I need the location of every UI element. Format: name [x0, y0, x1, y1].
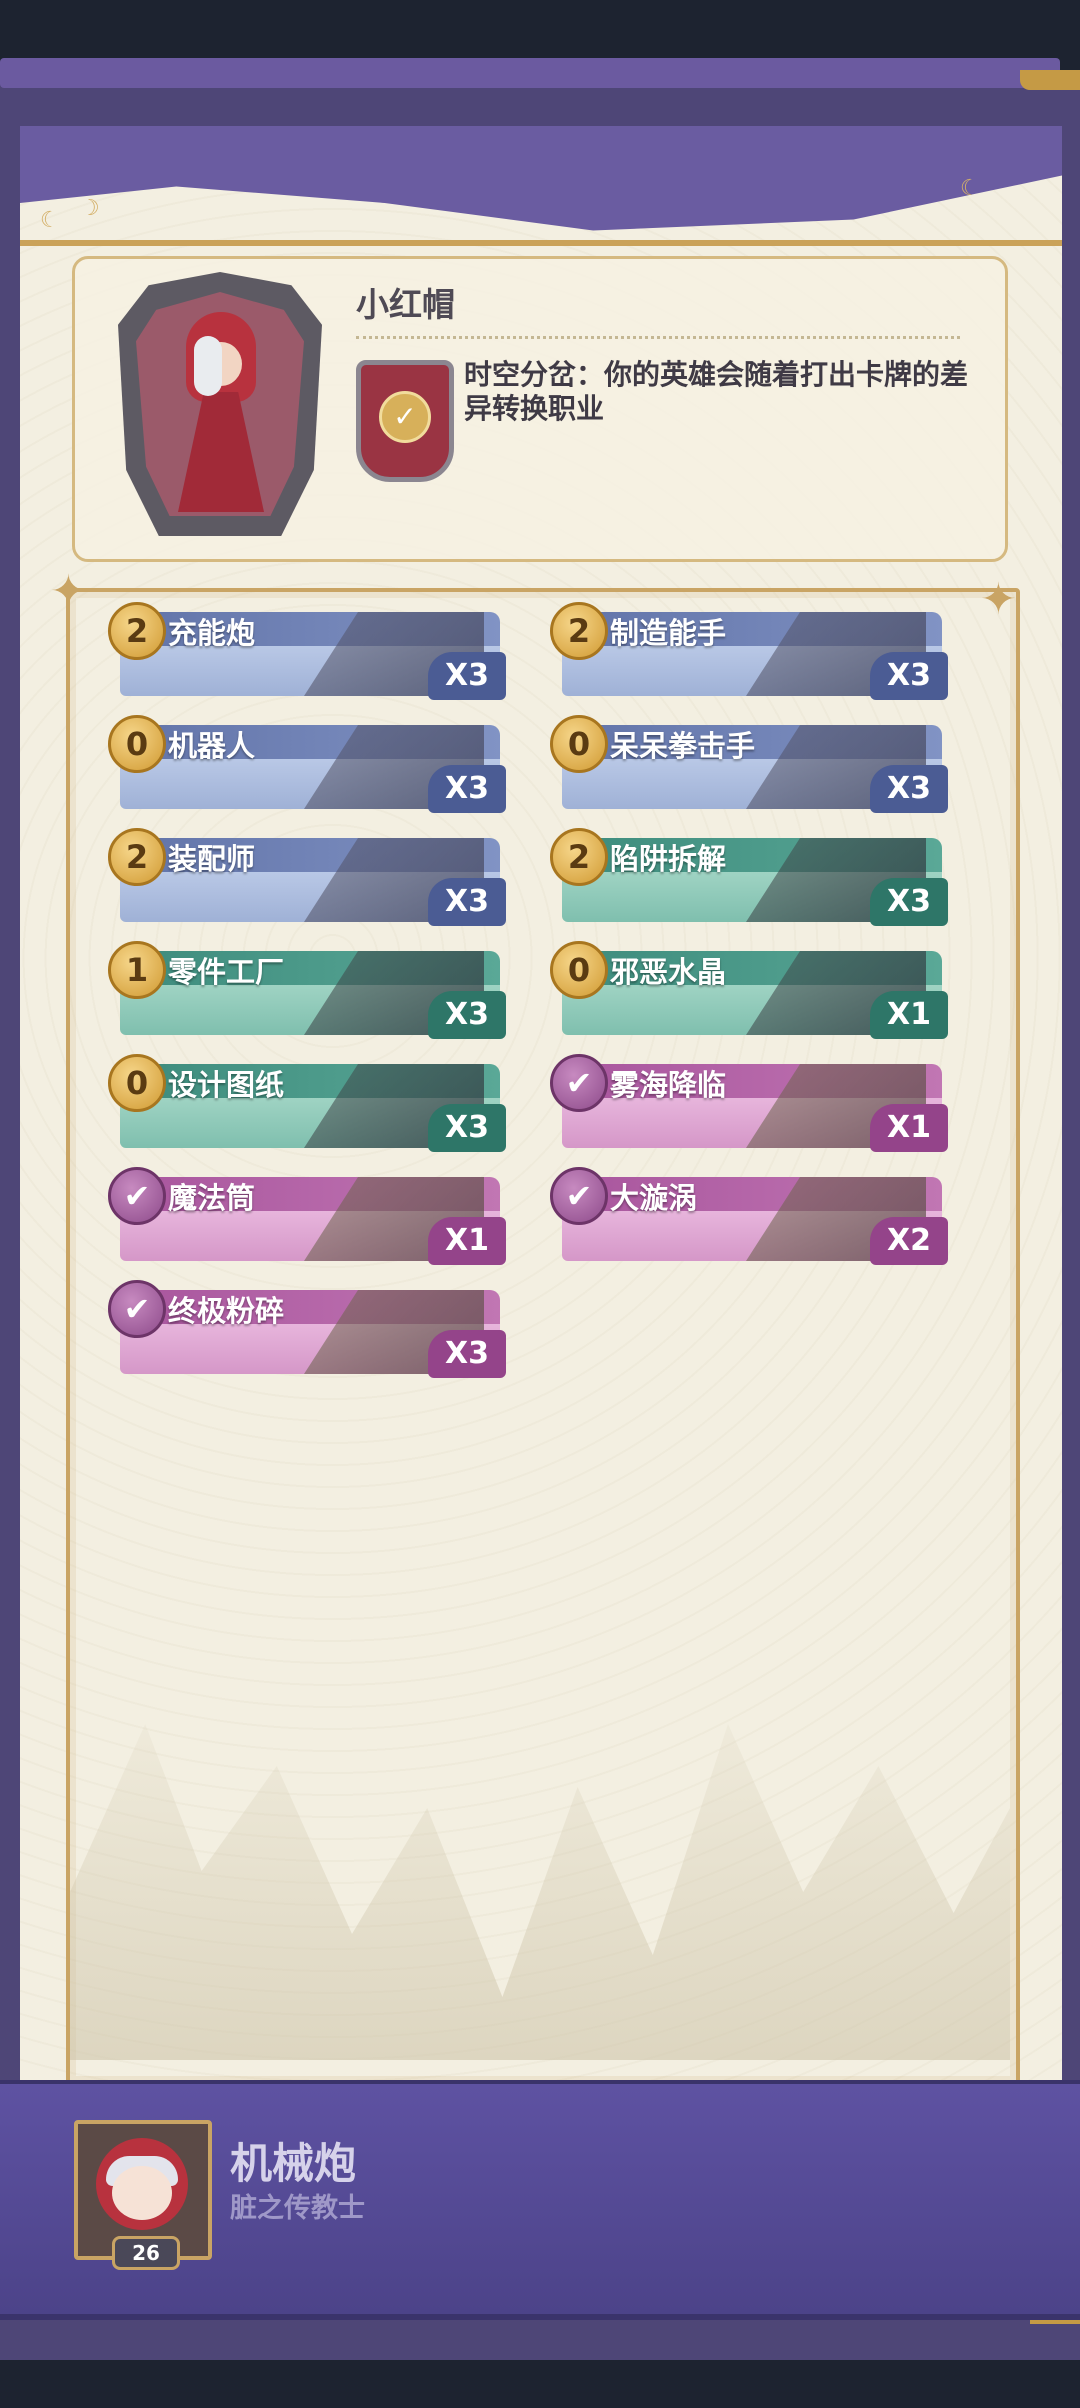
card-quantity: X3	[428, 1104, 506, 1152]
card-item[interactable]: 2 陷阱拆解 X3	[550, 828, 948, 926]
card-cost-badge: 0	[550, 941, 608, 999]
card-name: 机器人	[168, 729, 256, 763]
hero-name: 小红帽	[356, 285, 455, 324]
card-name: 大漩涡	[610, 1181, 698, 1215]
hero-portrait[interactable]	[118, 272, 322, 536]
card-quantity: X3	[870, 878, 948, 926]
checkmark-icon: ✓	[379, 391, 431, 443]
card-item[interactable]: 2 装配师 X3	[108, 828, 506, 926]
card-cost-badge: 2	[550, 602, 608, 660]
card-cost-badge: 2	[108, 602, 166, 660]
card-item[interactable]: ✔ 雾海降临 X1	[550, 1054, 948, 1152]
card-name: 充能炮	[168, 616, 256, 650]
frame-top-edge	[0, 58, 1060, 88]
card-name: 设计图纸	[168, 1068, 285, 1102]
card-quantity: X3	[428, 878, 506, 926]
dotted-divider	[356, 336, 960, 339]
card-cost-badge: ✔	[550, 1167, 608, 1225]
card-quantity: X1	[870, 991, 948, 1039]
red-riding-hood-figure	[178, 312, 264, 512]
card-cost-badge: 0	[108, 1054, 166, 1112]
card-item[interactable]: 1 零件工厂 X3	[108, 941, 506, 1039]
card-quantity: X3	[428, 765, 506, 813]
card-quantity: X3	[428, 1330, 506, 1378]
star-ornament-icon: ✦	[980, 574, 1017, 625]
card-name: 装配师	[168, 842, 256, 876]
card-name: 呆呆拳击手	[610, 729, 756, 763]
moon-icon: ☽	[80, 196, 100, 221]
card-name: 魔法筒	[168, 1181, 256, 1215]
card-name: 零件工厂	[168, 955, 285, 989]
card-cost-badge: 1	[108, 941, 166, 999]
card-quantity: X3	[870, 765, 948, 813]
card-item[interactable]: ✔ 终极粉碎 X3	[108, 1280, 506, 1378]
card-quantity: X1	[428, 1217, 506, 1265]
card-cost-badge: ✔	[550, 1054, 608, 1112]
card-name: 陷阱拆解	[610, 842, 727, 876]
hero-skill-description: 时空分岔：你的英雄会随着打出卡牌的差异转换职业	[464, 358, 969, 425]
deck-subtitle: 脏之传教士	[230, 2193, 365, 2224]
gold-corner-top	[1020, 70, 1080, 90]
card-cost-badge: ✔	[108, 1280, 166, 1338]
card-item[interactable]: 0 机器人 X3	[108, 715, 506, 813]
hero-avatar-face	[96, 2138, 188, 2230]
hero-skill-icon[interactable]: ✓	[356, 360, 454, 482]
card-item[interactable]: ✔ 魔法筒 X1	[108, 1167, 506, 1265]
card-quantity: X3	[870, 652, 948, 700]
level-badge: 26	[112, 2236, 180, 2270]
card-quantity: X2	[870, 1217, 948, 1265]
card-item[interactable]: 0 邪恶水晶 X1	[550, 941, 948, 1039]
deck-name: 机械炮	[230, 2139, 357, 2188]
deck-avatar[interactable]: 26	[74, 2120, 212, 2270]
card-item[interactable]: 2 制造能手 X3	[550, 602, 948, 700]
card-quantity: X3	[428, 652, 506, 700]
card-cost-badge: 0	[108, 715, 166, 773]
star-ornament-icon: ✦	[50, 566, 87, 617]
card-cost-badge: 2	[108, 828, 166, 886]
card-cost-badge: 0	[550, 715, 608, 773]
card-quantity: X1	[870, 1104, 948, 1152]
card-cost-badge: 2	[550, 828, 608, 886]
card-name: 制造能手	[610, 616, 727, 650]
card-quantity: X3	[428, 991, 506, 1039]
card-cost-badge: ✔	[108, 1167, 166, 1225]
card-item[interactable]: 0 呆呆拳击手 X3	[550, 715, 948, 813]
card-item[interactable]: ✔ 大漩涡 X2	[550, 1167, 948, 1265]
card-item[interactable]: 2 充能炮 X3	[108, 602, 506, 700]
card-name: 邪恶水晶	[610, 955, 727, 989]
moon-icon: ☾	[960, 176, 980, 201]
card-name: 终极粉碎	[168, 1294, 285, 1328]
card-name: 雾海降临	[610, 1068, 727, 1102]
moon-icon: ☾	[40, 208, 60, 233]
card-item[interactable]: 0 设计图纸 X3	[108, 1054, 506, 1152]
